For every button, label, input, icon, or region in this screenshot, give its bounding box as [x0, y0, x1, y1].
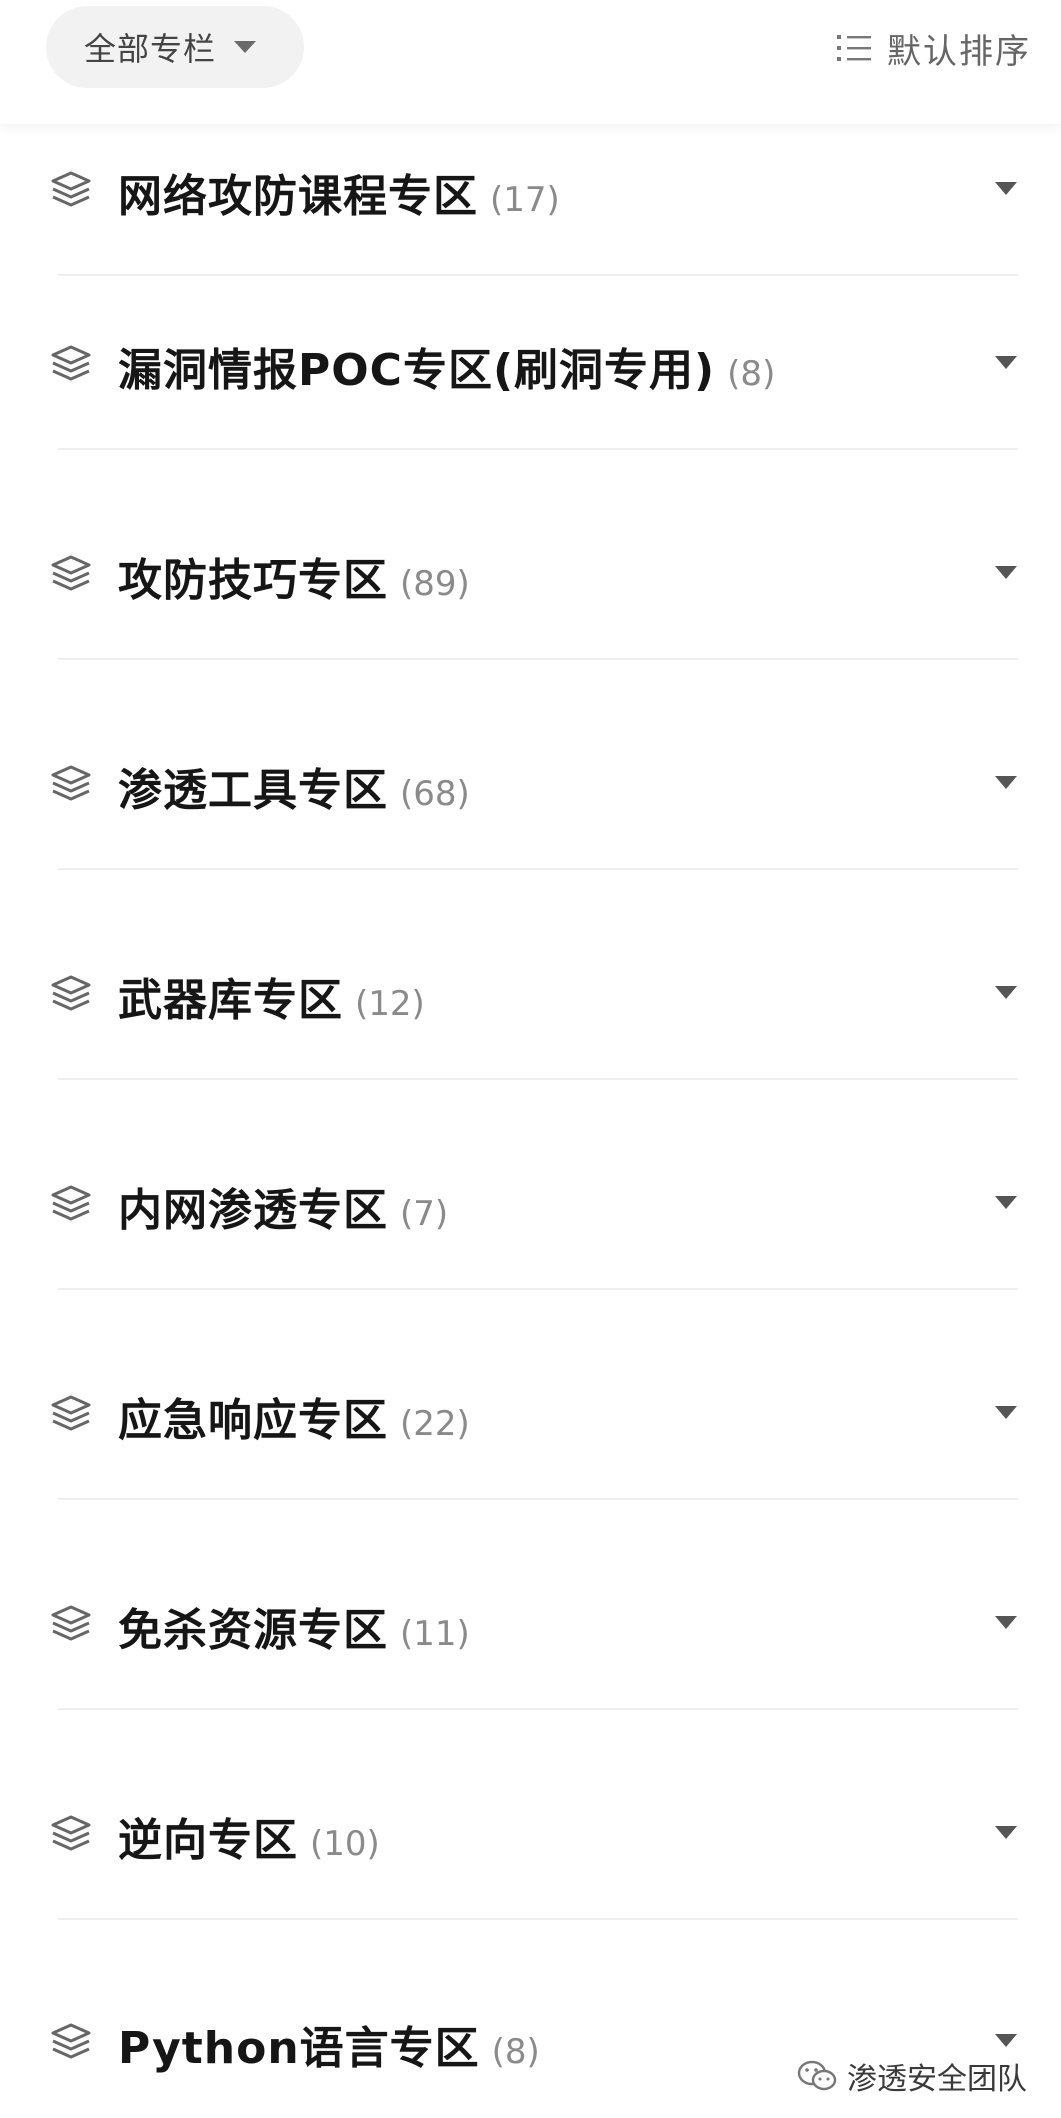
layers-icon: [51, 345, 91, 381]
layers-icon: [51, 975, 91, 1011]
chevron-down-icon[interactable]: [995, 566, 1017, 579]
category-title: 网络攻防课程专区: [118, 171, 478, 222]
category-count: (22): [400, 1404, 470, 1444]
category-title: 应急响应专区: [118, 1395, 388, 1446]
layers-icon: [51, 1815, 91, 1851]
category-count: (12): [355, 984, 425, 1024]
row-divider: [58, 448, 1018, 450]
layers-icon: [51, 1605, 91, 1641]
chevron-down-icon[interactable]: [995, 1616, 1017, 1629]
category-row[interactable]: 渗透工具专区 (68): [0, 724, 1061, 844]
category-count: (7): [400, 1194, 449, 1234]
row-divider: [58, 1708, 1018, 1710]
chevron-down-icon[interactable]: [995, 776, 1017, 789]
category-title: 攻防技巧专区: [118, 555, 388, 606]
row-divider: [58, 1498, 1018, 1500]
category-row[interactable]: 攻防技巧专区 (89): [0, 514, 1061, 634]
account-watermark: 渗透安全团队: [797, 2054, 1027, 2098]
chevron-down-icon[interactable]: [995, 1196, 1017, 1209]
row-divider: [58, 868, 1018, 870]
category-count: (17): [490, 180, 560, 220]
watermark-text: 渗透安全团队: [847, 2062, 1027, 2097]
category-row[interactable]: 应急响应专区 (22): [0, 1354, 1061, 1474]
chevron-down-icon[interactable]: [995, 986, 1017, 999]
layers-icon: [51, 1395, 91, 1431]
category-count: (8): [491, 2032, 540, 2072]
category-title: 武器库专区: [118, 975, 343, 1026]
category-count: (10): [310, 1824, 380, 1864]
category-row[interactable]: 网络攻防课程专区 (17): [0, 130, 1061, 250]
row-divider: [58, 274, 1018, 276]
chevron-down-icon[interactable]: [995, 1826, 1017, 1839]
row-divider: [58, 658, 1018, 660]
category-title: 内网渗透专区: [118, 1185, 388, 1236]
category-title: Python语言专区: [118, 2023, 480, 2074]
layers-icon: [51, 555, 91, 591]
row-divider: [58, 1288, 1018, 1290]
category-count: (8): [727, 354, 776, 394]
category-count: (68): [400, 774, 470, 814]
category-count: (89): [400, 564, 470, 604]
category-row[interactable]: 漏洞情报POC专区(刷洞专用) (8): [0, 304, 1061, 424]
category-row[interactable]: 武器库专区 (12): [0, 934, 1061, 1054]
list-icon: [837, 35, 871, 61]
chevron-down-icon[interactable]: [995, 2034, 1017, 2047]
category-row[interactable]: 免杀资源专区 (11): [0, 1564, 1061, 1684]
top-bar: 全部专栏 默认排序: [0, 0, 1061, 124]
category-title: 渗透工具专区: [118, 765, 388, 816]
caret-down-icon: [234, 41, 257, 53]
column-filter-dropdown[interactable]: 全部专栏: [46, 6, 304, 88]
category-row[interactable]: 逆向专区 (10): [0, 1774, 1061, 1894]
row-divider: [58, 1918, 1018, 1920]
chevron-down-icon[interactable]: [995, 182, 1017, 195]
chevron-down-icon[interactable]: [995, 356, 1017, 369]
category-title: 漏洞情报POC专区(刷洞专用): [118, 345, 716, 396]
category-title: 逆向专区: [118, 1815, 298, 1866]
wechat-icon: [797, 2060, 837, 2091]
category-count: (11): [400, 1614, 470, 1654]
category-row[interactable]: 内网渗透专区 (7): [0, 1144, 1061, 1264]
layers-icon: [51, 765, 91, 801]
layers-icon: [51, 171, 91, 207]
column-filter-label: 全部专栏: [84, 30, 217, 68]
sort-label: 默认排序: [887, 31, 1031, 72]
layers-icon: [51, 1185, 91, 1221]
category-title: 免杀资源专区: [118, 1605, 388, 1656]
sort-button[interactable]: 默认排序: [837, 22, 1031, 74]
row-divider: [58, 1078, 1018, 1080]
layers-icon: [51, 2023, 91, 2059]
chevron-down-icon[interactable]: [995, 1406, 1017, 1419]
